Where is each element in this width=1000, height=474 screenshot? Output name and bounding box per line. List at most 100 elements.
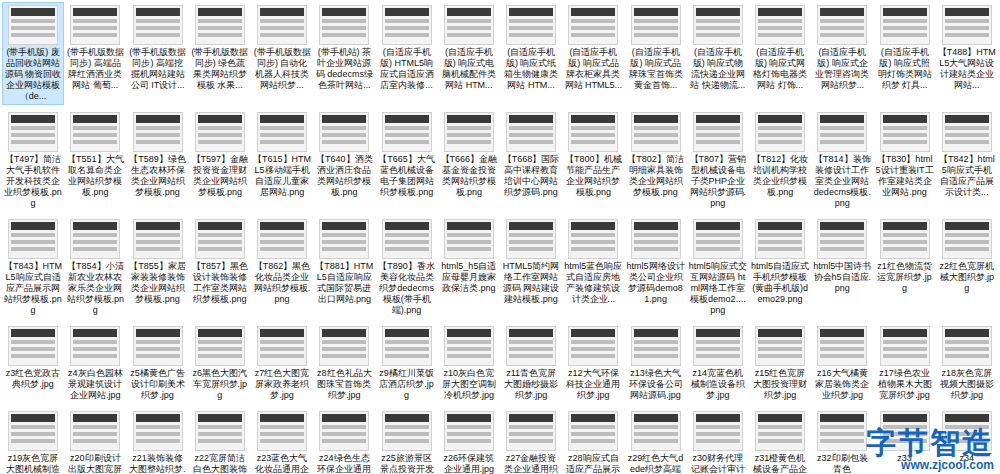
- thumbnail-line: [509, 140, 553, 144]
- file-item[interactable]: z10灰白色宽屏大图空调制冷机织梦.jpg: [438, 323, 500, 404]
- file-item[interactable]: z28响应式自适应产品展示网站: [562, 408, 624, 474]
- file-item[interactable]: z20印刷设计出版大图宽屏织梦: [64, 408, 126, 474]
- file-item[interactable]: 【T890】香水美容化妆品类织梦dedecms模板(带手机端).png: [376, 216, 438, 319]
- file-item[interactable]: 【T615】HTML5移动端手机自适应儿童家居网站.png: [251, 109, 313, 212]
- file-item[interactable]: z4灰白色园林景观建筑设计企业网站.jpg: [64, 323, 126, 404]
- file-item[interactable]: z13绿色大气环保设备公司网站源码.jpg: [625, 323, 687, 404]
- file-item[interactable]: z6黑色大图汽车宽屏织梦.jpg: [189, 323, 251, 404]
- file-item[interactable]: 【T807】营销型机械设备电子类PHP企业网站织梦源码.png: [687, 109, 749, 212]
- file-item[interactable]: (自适应手机版) 响应式网格灯饰电器类网站 灯饰...: [749, 2, 811, 105]
- file-item[interactable]: 【T862】黑色化妆品类企业网站织梦模板.png: [251, 216, 313, 319]
- file-item[interactable]: html5响应式交互网站源码 html网络工作室模板demo2....png: [687, 216, 749, 319]
- file-item[interactable]: z1红色物流货运宽屏织梦.jpg: [874, 216, 936, 319]
- file-thumbnail: [382, 219, 432, 259]
- file-thumbnail: [568, 112, 618, 152]
- file-item[interactable]: 【T855】家居家装装修装饰类企业网站织梦模板.png: [127, 216, 189, 319]
- file-item[interactable]: 【T665】大气蓝色机械设备电子集团网站织梦模板.png: [376, 109, 438, 212]
- file-item[interactable]: (带手机版) 废品回收站网站源码 物资回收企业网站模板（de...: [2, 2, 64, 105]
- file-thumbnail: [257, 326, 307, 366]
- file-item[interactable]: z29红色大气dede织梦高端教育: [625, 408, 687, 474]
- file-item[interactable]: (自适应手机版) 响应式电脑机械配件类网站 HTM...: [438, 2, 500, 105]
- file-item[interactable]: (自适应手机版) 响应式物流快递企业网站 快递物流...: [687, 2, 749, 105]
- file-item[interactable]: z15红色宽屏大图投资理财织梦.jpg: [749, 323, 811, 404]
- file-item[interactable]: z23蓝色大气化妆品通用企业织: [251, 408, 313, 474]
- file-item[interactable]: 【T857】黑色设计装饰装修工作室类网站织梦模板.png: [189, 216, 251, 319]
- file-item[interactable]: z26环保建筑企业通用.jpg: [438, 408, 500, 474]
- file-item[interactable]: (自适应手机版) 响应式纸箱生物健康类网站 HTM...: [500, 2, 562, 105]
- file-item[interactable]: z32印刷包装青色: [811, 408, 873, 474]
- file-item[interactable]: 【T814】装饰装修设计工作室类企业网站dedecms模板.png: [811, 109, 873, 212]
- file-item[interactable]: (带手机版数据同步) 高端挖掘机网站建站公司 IT设计...: [127, 2, 189, 105]
- file-item[interactable]: z3红色党政古典织梦.jpg: [2, 323, 64, 404]
- file-item[interactable]: (自适应手机版) 响应式品牌珠宝首饰类 黄金首饰...: [625, 2, 687, 105]
- thumbnail-banner: [322, 8, 366, 16]
- file-item[interactable]: z14宽蓝色机械制造设备织梦.jpg: [687, 323, 749, 404]
- file-item[interactable]: HTML5简约网络工作室网站源码 网站建设建站模板.png: [500, 216, 562, 319]
- file-item[interactable]: 【T668】国际高中课程教育培训中心网站织梦源码.png: [500, 109, 562, 212]
- file-item[interactable]: 【T551】大气取名算命类企业网站织梦模板.png: [64, 109, 126, 212]
- file-item[interactable]: 【T843】HTML5响应式自适应产品展示网站织梦模板.png: [2, 216, 64, 319]
- file-item[interactable]: z21装饰装修大图整站织梦.jpg: [127, 408, 189, 474]
- file-item[interactable]: z16大气橘黄家居装饰类企业织梦.jpg: [811, 323, 873, 404]
- file-item[interactable]: html5自适应式手机织梦模板(黄曲手机版)demo29.png: [749, 216, 811, 319]
- file-item[interactable]: html5网络设计类公司企业织梦源码demo81.png: [625, 216, 687, 319]
- file-item[interactable]: 【T497】简洁大气手机软件开发科技类企业织梦模板.png: [2, 109, 64, 212]
- file-item[interactable]: 【T842】html5响应式手机自适应产品展示设计类...: [936, 109, 998, 212]
- file-item[interactable]: html5蓝色响应式自适应房地产装修建筑设计类企业...: [562, 216, 624, 319]
- file-item[interactable]: z34: [936, 408, 998, 474]
- file-item[interactable]: z31橙黄色机械设备产品企业: [749, 408, 811, 474]
- file-item[interactable]: z19灰色宽屏大图机械制造汽车: [2, 408, 64, 474]
- file-item[interactable]: z2红色宽屏机械大图织梦.jpg: [936, 216, 998, 319]
- file-name: (带手机版数据同步) 高端挖掘机网站建站公司 IT设计...: [129, 47, 187, 91]
- file-item[interactable]: 【T802】简洁明细家具装饰类企业网站织梦模板.png: [625, 109, 687, 212]
- file-item[interactable]: 【T640】酒类酒业酒庄食品类网站织梦模板.png: [313, 109, 375, 212]
- file-item[interactable]: z24绿色生态环保企业通用织梦: [313, 408, 375, 474]
- file-name: html5中国诗书协会h5自适应.png: [813, 261, 871, 294]
- file-item[interactable]: (自适应手机版) 响应式品牌衣柜家具类网站 HTML5...: [562, 2, 624, 105]
- thumbnail-line: [820, 354, 864, 358]
- file-item[interactable]: z7红色大图宽屏家政养老织梦.jpg: [251, 323, 313, 404]
- file-item[interactable]: z11青色宽屏大图婚纱摄影织梦.jpg: [500, 323, 562, 404]
- file-item[interactable]: z25旅游景区景点投资开发类企: [376, 408, 438, 474]
- file-item[interactable]: 【T800】机械节能产品生产企业网站织梦模板.png: [562, 109, 624, 212]
- file-item[interactable]: z12大气环保科技企业通用织梦.jpg: [562, 323, 624, 404]
- file-item[interactable]: z27金融投资类企业通用织梦.jpg: [500, 408, 562, 474]
- file-item[interactable]: (带手机版数据同步) 高端品牌红酒酒业类网站 葡萄...: [64, 2, 126, 105]
- file-item[interactable]: 【T666】金融基金资金投资类网站织梦模板.png: [438, 109, 500, 212]
- thumbnail-banner: [945, 222, 989, 230]
- file-item[interactable]: html5_h5自适应母婴月嫂家政保洁类.png: [438, 216, 500, 319]
- file-item[interactable]: (自适应手机版) 响应式照明灯饰类网站织梦 灯具...: [874, 2, 936, 105]
- thumbnail-line: [322, 439, 366, 443]
- file-item[interactable]: 【T854】小清新农业农林农家乐类企业网站织梦模板.png: [64, 216, 126, 319]
- thumbnail-line: [696, 340, 740, 344]
- file-item[interactable]: (带手机版数据同步) 自动化机器人科技类网站织梦...: [251, 2, 313, 105]
- file-item[interactable]: (自适应手机版) HTML5响应式自适应酒店室内装修...: [376, 2, 438, 105]
- file-name: z28响应式自适应产品展示网站: [564, 453, 622, 474]
- thumbnail-line: [509, 354, 553, 358]
- file-item[interactable]: (带手机版数据同步) 绿色蔬果类网站织梦模板 水果...: [189, 2, 251, 105]
- file-item[interactable]: z5橘黄色广告设计印刷美术织梦.jpg: [127, 323, 189, 404]
- file-item[interactable]: z9橘红川菜饭店酒店织梦.jpg: [376, 323, 438, 404]
- file-item[interactable]: 【T597】金融投资资金理财类企业网站织梦模板.png: [189, 109, 251, 212]
- thumbnail-banner: [509, 8, 553, 16]
- file-name: 【T668】国际高中课程教育培训中心网站织梦源码.png: [502, 154, 560, 198]
- file-item[interactable]: z8红色礼品大图珠宝首饰类织梦.jpg: [313, 323, 375, 404]
- thumbnail-line: [136, 432, 180, 436]
- file-item[interactable]: (自适应手机版) 响应式企业管理咨询类网站织梦...: [811, 2, 873, 105]
- file-item[interactable]: 【T488】HTML5大气网站设计建站类企业网站...: [936, 2, 998, 105]
- file-item[interactable]: z17绿色农业植物果木大图宽屏织梦.jpg: [874, 323, 936, 404]
- file-item[interactable]: z33: [874, 408, 936, 474]
- file-item[interactable]: html5中国诗书协会h5自适应.png: [811, 216, 873, 319]
- thumbnail-line: [883, 432, 927, 436]
- file-item[interactable]: 【T830】html5设计重装IT工作室建站类企业网站.png: [874, 109, 936, 212]
- file-item[interactable]: z18灰色宽屏视频大图摄影织梦.jpg: [936, 323, 998, 404]
- file-item[interactable]: z22宽屏简洁白色大图装饰装修: [189, 408, 251, 474]
- thumbnail-line: [509, 439, 553, 443]
- file-item[interactable]: (带手机站) 茶叶企业网站源码 dedecms绿色茶叶网站...: [313, 2, 375, 105]
- file-item[interactable]: 【T589】绿色生态农林环保类企业网站织梦模板.png: [127, 109, 189, 212]
- file-item[interactable]: 【T881】HTML5自适应响应式国际贸易进出口网站.png: [313, 216, 375, 319]
- thumbnail-banner: [260, 329, 304, 337]
- thumbnail-line: [820, 140, 864, 144]
- file-item[interactable]: z30财务代理记账会计审计工商: [687, 408, 749, 474]
- file-item[interactable]: 【T812】化妆培训机构学校类企业织梦模板.png: [749, 109, 811, 212]
